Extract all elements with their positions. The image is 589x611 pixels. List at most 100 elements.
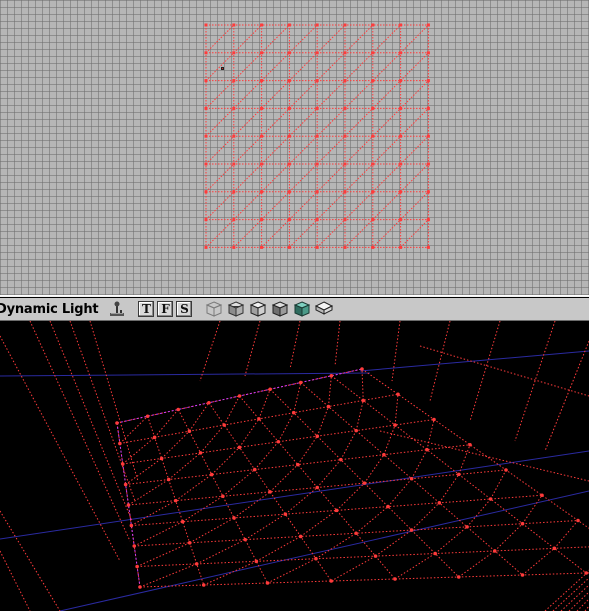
mesh-vertex [252, 467, 257, 472]
mesh-vertex [362, 481, 367, 485]
mesh-diagonal [168, 452, 201, 480]
mesh-vertex [237, 445, 242, 450]
mesh-vertex [232, 190, 236, 194]
mesh-diagonal [372, 108, 401, 137]
mesh-vertex [152, 435, 157, 440]
mesh-diagonal [400, 52, 429, 81]
mesh-vertex [371, 218, 375, 222]
mesh-diagonal [387, 478, 413, 507]
mesh-vertex [287, 218, 291, 222]
mesh-diagonal [233, 219, 262, 248]
dynamic-light-cube-icon[interactable] [292, 300, 312, 318]
mesh-diagonal [261, 52, 290, 81]
mesh-vertex [343, 245, 347, 249]
mesh-vertex [371, 162, 375, 166]
mesh-diagonal [205, 80, 235, 109]
mesh-diagonal [375, 529, 412, 557]
mesh-vertex [287, 51, 291, 55]
mesh-vertex [232, 134, 236, 138]
mesh-diagonal [233, 135, 262, 165]
flat-shaded-cube-icon[interactable] [270, 300, 290, 318]
mesh-vertex [287, 162, 291, 166]
mesh-vertex [343, 190, 347, 194]
mesh-diagonal [244, 513, 286, 541]
mesh-vertex [232, 106, 236, 110]
mesh-diagonal [434, 526, 468, 554]
geometry-edge [552, 577, 589, 611]
zone-cube-icon[interactable] [226, 300, 246, 318]
mesh-vertex [260, 23, 264, 27]
front-view-button[interactable]: F [157, 301, 174, 317]
mesh-vertex [265, 581, 270, 585]
geometry-edge [0, 510, 61, 611]
mesh-diagonal [293, 382, 302, 413]
mesh-diagonal [344, 135, 374, 165]
mesh-vertex [426, 23, 430, 27]
mesh-vertex [315, 485, 320, 490]
mesh-diagonal [383, 424, 396, 455]
terrain-mesh-perspective-view[interactable] [0, 321, 589, 611]
joystick-icon[interactable] [108, 300, 126, 318]
top-orthographic-viewport[interactable] [0, 0, 589, 295]
mesh-diagonal [361, 368, 364, 401]
mesh-vertex [260, 245, 264, 249]
mesh-diagonal [316, 52, 346, 81]
mesh-diagonal [233, 80, 262, 109]
geometry-edge [568, 591, 589, 611]
mesh-vertex [576, 518, 580, 523]
mesh-vertex [382, 452, 386, 457]
mesh-vertex [456, 575, 461, 579]
mesh-vertex [393, 423, 397, 427]
mesh-vertex [298, 380, 303, 385]
mesh-vertex [371, 79, 375, 83]
mesh-vertex [425, 447, 429, 452]
wireframe-cube-icon[interactable] [204, 300, 224, 318]
geometry-edge [29, 321, 131, 542]
mesh-vertex [232, 245, 236, 249]
viewport-mode-label[interactable]: Dynamic Light [0, 302, 99, 317]
mesh-diagonal [344, 108, 374, 137]
mesh-diagonal [222, 469, 256, 497]
mesh-diagonal [400, 219, 429, 248]
mesh-vertex [118, 441, 122, 446]
unlit-cube-icon[interactable] [314, 300, 334, 318]
geometry-edge [429, 321, 451, 402]
mesh-diagonal [289, 108, 318, 137]
mesh-vertex [468, 442, 472, 447]
mesh-vertex [315, 106, 319, 110]
mesh-diagonal [400, 135, 429, 165]
mesh-vertex [276, 439, 281, 444]
mesh-diagonal [426, 419, 435, 450]
mesh-diagonal [205, 108, 235, 137]
top-view-button[interactable]: T [138, 301, 155, 317]
mesh-vertex [166, 477, 171, 482]
mesh-vertex [257, 417, 261, 421]
world-grid-line [359, 350, 589, 372]
terrain-mesh-top-view[interactable] [0, 0, 589, 295]
mesh-vertex [343, 23, 347, 27]
mesh-vertex [343, 134, 347, 138]
mesh-vertex [126, 503, 131, 507]
mesh-vertex [260, 51, 264, 55]
mesh-diagonal [344, 80, 374, 109]
mesh-vertex [315, 245, 319, 249]
texture-cube-icon[interactable] [248, 300, 268, 318]
mesh-vertex [260, 106, 264, 110]
mesh-diagonal [289, 52, 318, 81]
mesh-vertex [465, 525, 469, 529]
mesh-diagonal [196, 539, 246, 565]
mesh-diagonal [261, 108, 290, 137]
perspective-viewport[interactable] [0, 321, 589, 611]
mesh-diagonal [289, 80, 318, 109]
side-view-button[interactable]: S [176, 301, 193, 317]
mesh-vertex [426, 79, 430, 83]
mesh-vertex [180, 519, 185, 524]
mesh-wireframe [116, 368, 589, 588]
mesh-vertex [343, 162, 347, 166]
mesh-vertex [232, 162, 236, 166]
mesh-diagonal [233, 491, 271, 519]
mesh-vertex [283, 512, 288, 516]
mesh-vertex [291, 410, 296, 415]
mesh-vertex [520, 573, 525, 577]
mesh-vertex [399, 134, 403, 138]
